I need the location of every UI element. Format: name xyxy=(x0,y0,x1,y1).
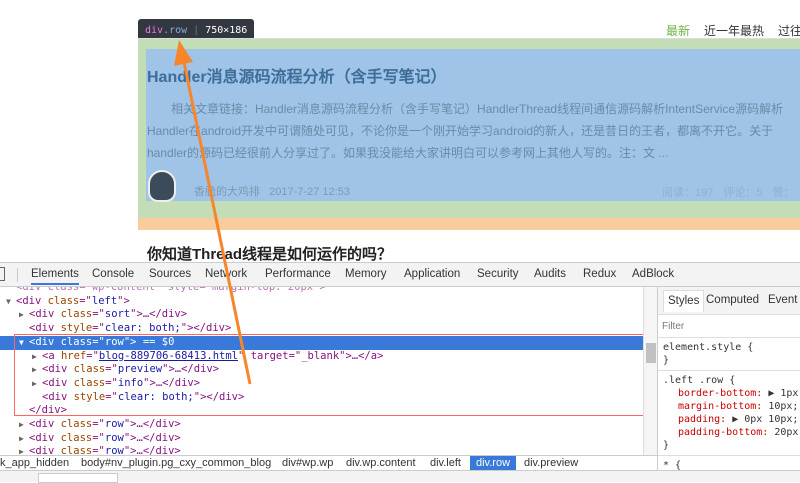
devtools-tabs: Elements Console Sources Network Perform… xyxy=(0,263,800,287)
crumb[interactable]: k_app_hidden xyxy=(0,456,69,470)
tooltip-class: .row xyxy=(163,25,188,36)
next-article-title[interactable]: 你知道Thread线程是如何运作的吗？ xyxy=(147,243,392,264)
tab-network[interactable]: Network xyxy=(205,268,247,280)
dom-scrollbar[interactable] xyxy=(643,287,657,455)
comment-count: 评论：5 xyxy=(723,187,763,199)
dom-node[interactable]: ▶ <div class="sort">…</div> xyxy=(0,308,643,322)
brace: } xyxy=(663,440,670,451)
tab-security[interactable]: Security xyxy=(477,268,519,280)
breadcrumb: k_app_hidden body#nv_plugin.pg_cxy_commo… xyxy=(0,455,657,470)
tab-console[interactable]: Console xyxy=(92,268,134,280)
tab-event-listeners[interactable]: Event Listeners xyxy=(768,294,800,307)
tab-sources[interactable]: Sources xyxy=(149,268,191,280)
dom-node[interactable]: ▶ <div class="row">…</div> xyxy=(0,432,643,446)
tab-performance[interactable]: Performance xyxy=(265,268,331,280)
article-title[interactable]: Handler消息源码流程分析（含手写笔记） xyxy=(147,63,447,87)
sort-all-hot[interactable]: 过往最热 xyxy=(778,24,800,38)
css-property[interactable]: border-bottom: ▶ 1px xyxy=(663,387,798,400)
tab-application[interactable]: Application xyxy=(404,268,460,280)
article-preview: 相关文章链接：Handler消息源码流程分析（含手写笔记）HandlerThre… xyxy=(147,102,784,160)
crumb[interactable]: div.wp.content xyxy=(346,456,416,470)
tooltip-tag: div xyxy=(145,25,164,36)
rule-selector: .left .row { xyxy=(663,375,736,386)
css-property[interactable]: padding-bottom: 20px; xyxy=(663,426,800,439)
styles-filter-input[interactable]: Filter xyxy=(658,315,800,338)
sort-latest[interactable]: 最新 xyxy=(666,24,690,38)
dom-node[interactable]: ▼ <div class="left"> xyxy=(0,295,643,309)
like-count: 赞： xyxy=(772,187,795,199)
post-date: 2017-7-27 12:53 xyxy=(269,186,350,198)
css-property[interactable]: margin-bottom: 10px; xyxy=(663,400,798,413)
sort-nav: 最新近一年最热过往最热 xyxy=(666,22,800,39)
annotation-box xyxy=(14,334,644,416)
author-name[interactable]: 香脆的大鸡排 xyxy=(194,186,260,198)
dom-node[interactable]: ▶ <div class="row">…</div> xyxy=(0,445,643,455)
crumb-active[interactable]: div.row xyxy=(470,456,517,470)
styles-pane: StylesComputed Event Listeners Filter ele… xyxy=(657,287,800,470)
tab-audits[interactable]: Audits xyxy=(534,268,566,280)
dock-icon[interactable] xyxy=(0,267,5,281)
sort-year-hot[interactable]: 近一年最热 xyxy=(704,24,764,38)
element-style-selector: element.style { xyxy=(663,342,754,353)
tab-styles[interactable]: Styles xyxy=(663,290,705,312)
dom-node[interactable]: ▶ <div class="row">…</div> xyxy=(0,418,643,432)
tab-memory[interactable]: Memory xyxy=(345,268,387,280)
avatar[interactable] xyxy=(148,170,176,202)
tooltip-size: 750×186 xyxy=(205,25,248,36)
scroll-thumb[interactable] xyxy=(646,343,656,363)
brace: } xyxy=(663,355,670,366)
universal-rule: * { xyxy=(663,460,682,470)
tab-adblock[interactable]: AdBlock xyxy=(632,268,674,280)
console-drawer xyxy=(0,470,800,483)
tab-elements[interactable]: Elements xyxy=(31,268,79,285)
element-style-rule: element.style {} xyxy=(658,338,800,371)
css-property[interactable]: padding: ▶ 0px 10px; xyxy=(663,413,798,426)
crumb[interactable]: div#wp.wp xyxy=(282,456,333,470)
read-count: 阅读：197 xyxy=(662,187,714,199)
left-row-rule: .left .row { border-bottom: ▶ 1px margin-… xyxy=(658,371,800,456)
crumb[interactable]: div.preview xyxy=(524,456,578,470)
crumb[interactable]: body#nv_plugin.pg_cxy_common_blog xyxy=(81,456,271,470)
highlight-margin xyxy=(138,218,800,230)
tab-computed[interactable]: Computed xyxy=(706,294,759,307)
crumb[interactable]: div.left xyxy=(430,456,461,470)
article-meta: 香脆的大鸡排 2017-7-27 12:53 xyxy=(194,183,350,199)
article-stats: 阅读：197 评论：5 赞： xyxy=(662,184,800,200)
tab-redux[interactable]: Redux xyxy=(583,268,616,280)
